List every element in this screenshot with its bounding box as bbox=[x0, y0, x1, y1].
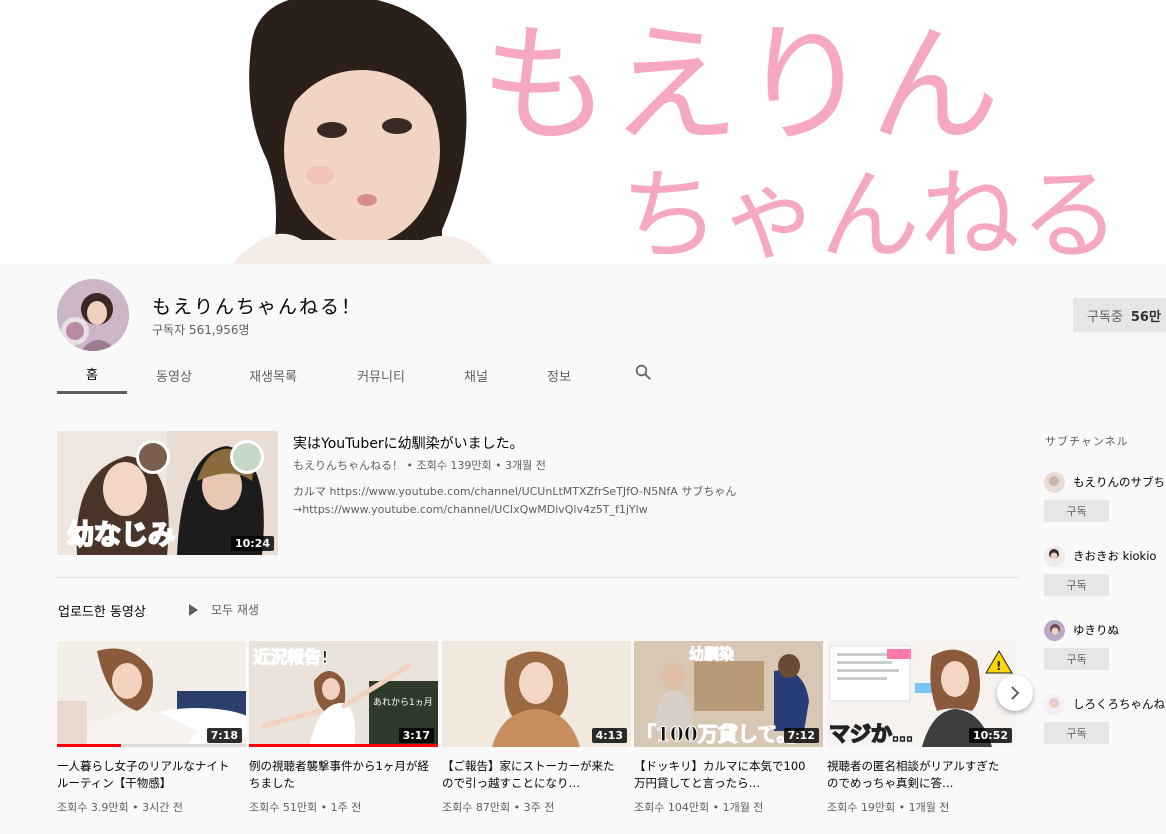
tab-videos[interactable]: 동영상 bbox=[127, 356, 221, 394]
video-title[interactable]: 【ドッキリ】カルマに本気で100万円貸してと言ったら… bbox=[634, 758, 814, 792]
tab-about[interactable]: 정보 bbox=[515, 356, 603, 394]
subscribe-count: 56만 bbox=[1130, 309, 1161, 325]
channel-header: もえりんちゃんねる！ 구독자 561,956명 구독중 56만 홈 동영상 재생목… bbox=[0, 264, 1166, 394]
featured-video-description: カルマ https://www.youtube.com/channel/UCUn… bbox=[293, 483, 763, 519]
subscribe-button[interactable]: 구독 bbox=[1044, 722, 1109, 744]
banner-logo-line1: もえりん bbox=[480, 9, 1000, 161]
thumb-overlay-text: 近況報告! bbox=[253, 647, 329, 668]
subchannels-title: サブチャンネル bbox=[1045, 435, 1129, 448]
video-thumbnail[interactable]: 近況報告! あれから1ヵ月 3:17 bbox=[249, 641, 438, 747]
video-card[interactable]: 近況報告! あれから1ヵ月 3:17 例の視聴者襲撃事件から1ヶ月が経ちました … bbox=[249, 641, 438, 815]
featured-video-meta: もえりんちゃんねる！ • 조회수 139만회 • 3개월 전 bbox=[293, 459, 546, 472]
watch-progress bbox=[249, 744, 438, 747]
featured-desc-line1: カルマ https://www.youtube.com/channel/UCUn… bbox=[293, 485, 737, 498]
video-card[interactable]: 4:13 【ご報告】家にストーカーが来たので引っ越すことになり… 조회수 87만… bbox=[442, 641, 631, 815]
svg-text:!: ! bbox=[996, 659, 1001, 673]
subscribe-button[interactable]: 구독 bbox=[1044, 500, 1109, 522]
subchannel-name[interactable]: もえりんのサブちゃん bbox=[1073, 474, 1166, 490]
section-divider bbox=[57, 577, 1019, 578]
channel-avatar[interactable] bbox=[57, 279, 129, 351]
subscribe-button[interactable]: 구독중 56만 bbox=[1073, 298, 1166, 332]
subscribe-label: 구독중 bbox=[1087, 309, 1123, 325]
video-title[interactable]: 例の視聴者襲撃事件から1ヶ月が経ちました bbox=[249, 758, 429, 792]
video-card[interactable]: 7:18 一人暮らし女子のリアルなナイトルーティン【干物感】 조회수 3.9만회… bbox=[57, 641, 246, 815]
watch-progress bbox=[57, 744, 122, 747]
channel-avatar[interactable] bbox=[1044, 693, 1065, 715]
channel-avatar[interactable] bbox=[1044, 619, 1065, 641]
tab-playlists[interactable]: 재생목록 bbox=[221, 356, 325, 394]
subchannel-name[interactable]: きおきお kiokio bbox=[1073, 548, 1156, 564]
featured-video-title[interactable]: 実はYouTuberに幼馴染がいました。 bbox=[293, 433, 524, 453]
search-icon[interactable] bbox=[634, 363, 652, 381]
thumb-overlay-subtext: あれから1ヵ月 bbox=[373, 697, 433, 708]
uploads-section-title[interactable]: 업로드한 동영상 bbox=[58, 601, 146, 620]
featured-thumb-caption: 幼なじみ bbox=[67, 520, 175, 551]
subchannel-name[interactable]: しろくろちゃんねる bbox=[1073, 696, 1166, 712]
tab-home[interactable]: 홈 bbox=[57, 356, 127, 394]
video-card[interactable]: 幼馴染 「100万貸して。」 7:12 【ドッキリ】カルマに本気で100万円貸し… bbox=[634, 641, 823, 815]
subscribe-button[interactable]: 구독 bbox=[1044, 574, 1109, 596]
tab-channels[interactable]: 채널 bbox=[437, 356, 515, 394]
banner-portrait bbox=[212, 0, 512, 264]
video-duration: 7:18 bbox=[206, 728, 242, 743]
play-icon bbox=[189, 603, 198, 616]
channel-tabs: 홈 동영상 재생목록 커뮤니티 채널 정보 bbox=[57, 356, 603, 394]
subchannel-item: しろくろちゃんねる 구독 bbox=[1044, 693, 1166, 744]
tab-community[interactable]: 커뮤니티 bbox=[325, 356, 437, 394]
video-title[interactable]: 視聴者の匿名相談がリアルすぎたのでめっちゃ真剣に答… bbox=[827, 758, 1007, 792]
video-duration: 3:17 bbox=[398, 728, 434, 743]
subchannel-item: ゆきりぬ 구독 bbox=[1044, 619, 1166, 670]
channel-avatar[interactable] bbox=[1044, 471, 1065, 493]
thumb-overlay-subtext: 「100万貸して。」 bbox=[636, 722, 807, 746]
subchannel-name[interactable]: ゆきりぬ bbox=[1073, 622, 1119, 638]
video-duration: 7:12 bbox=[783, 728, 819, 743]
play-all-label: 모두 재생 bbox=[211, 603, 259, 617]
video-thumbnail[interactable]: 7:18 bbox=[57, 641, 246, 747]
subscribe-button[interactable]: 구독 bbox=[1044, 648, 1109, 670]
subchannel-item: もえりんのサブちゃん 구독 bbox=[1044, 471, 1166, 522]
thumb-overlay-text: マジか… bbox=[829, 722, 913, 746]
video-thumbnail[interactable]: 4:13 bbox=[442, 641, 631, 747]
video-meta: 조회수 87만회 • 3주 전 bbox=[442, 801, 555, 814]
channel-banner: もえりん ちゃんねる! bbox=[0, 0, 1166, 264]
video-card[interactable]: ! マジか… 10:52 視聴者の匿名相談がリアルすぎたのでめっちゃ真剣に答… … bbox=[827, 641, 1016, 815]
subscriber-count: 구독자 561,956명 bbox=[152, 323, 250, 337]
video-meta: 조회수 51만회 • 1주 전 bbox=[249, 801, 362, 814]
thumb-overlay-text: 幼馴染 bbox=[689, 645, 735, 663]
video-duration: 10:52 bbox=[968, 728, 1012, 743]
subchannel-item: きおきお kiokio 구독 bbox=[1044, 545, 1166, 596]
video-thumbnail[interactable]: ! マジか… 10:52 bbox=[827, 641, 1016, 747]
carousel-next-button[interactable] bbox=[997, 675, 1033, 711]
play-all-button[interactable]: 모두 재생 bbox=[189, 601, 259, 618]
video-meta: 조회수 3.9만회 • 3시간 전 bbox=[57, 801, 183, 814]
video-meta: 조회수 19만회 • 1개월 전 bbox=[827, 801, 950, 814]
channel-title: もえりんちゃんねる！ bbox=[152, 296, 363, 318]
video-title[interactable]: 一人暮らし女子のリアルなナイトルーティン【干物感】 bbox=[57, 758, 237, 792]
featured-desc-line2: →https://www.youtube.com/channel/UClxQwM… bbox=[293, 503, 648, 516]
banner-logo: もえりん ちゃんねる! bbox=[480, 9, 1130, 264]
video-meta: 조회수 104만회 • 1개월 전 bbox=[634, 801, 764, 814]
chevron-right-icon bbox=[1011, 686, 1020, 700]
banner-logo-line2: ちゃんねる! bbox=[620, 157, 1130, 264]
video-title[interactable]: 【ご報告】家にストーカーが来たので引っ越すことになり… bbox=[442, 758, 622, 792]
video-thumbnail[interactable]: 幼馴染 「100万貸して。」 7:12 bbox=[634, 641, 823, 747]
channel-avatar[interactable] bbox=[1044, 545, 1065, 567]
video-duration: 10:24 bbox=[230, 536, 274, 551]
video-duration: 4:13 bbox=[591, 728, 627, 743]
featured-video-thumbnail[interactable]: 幼なじみ 10:24 bbox=[57, 431, 278, 555]
